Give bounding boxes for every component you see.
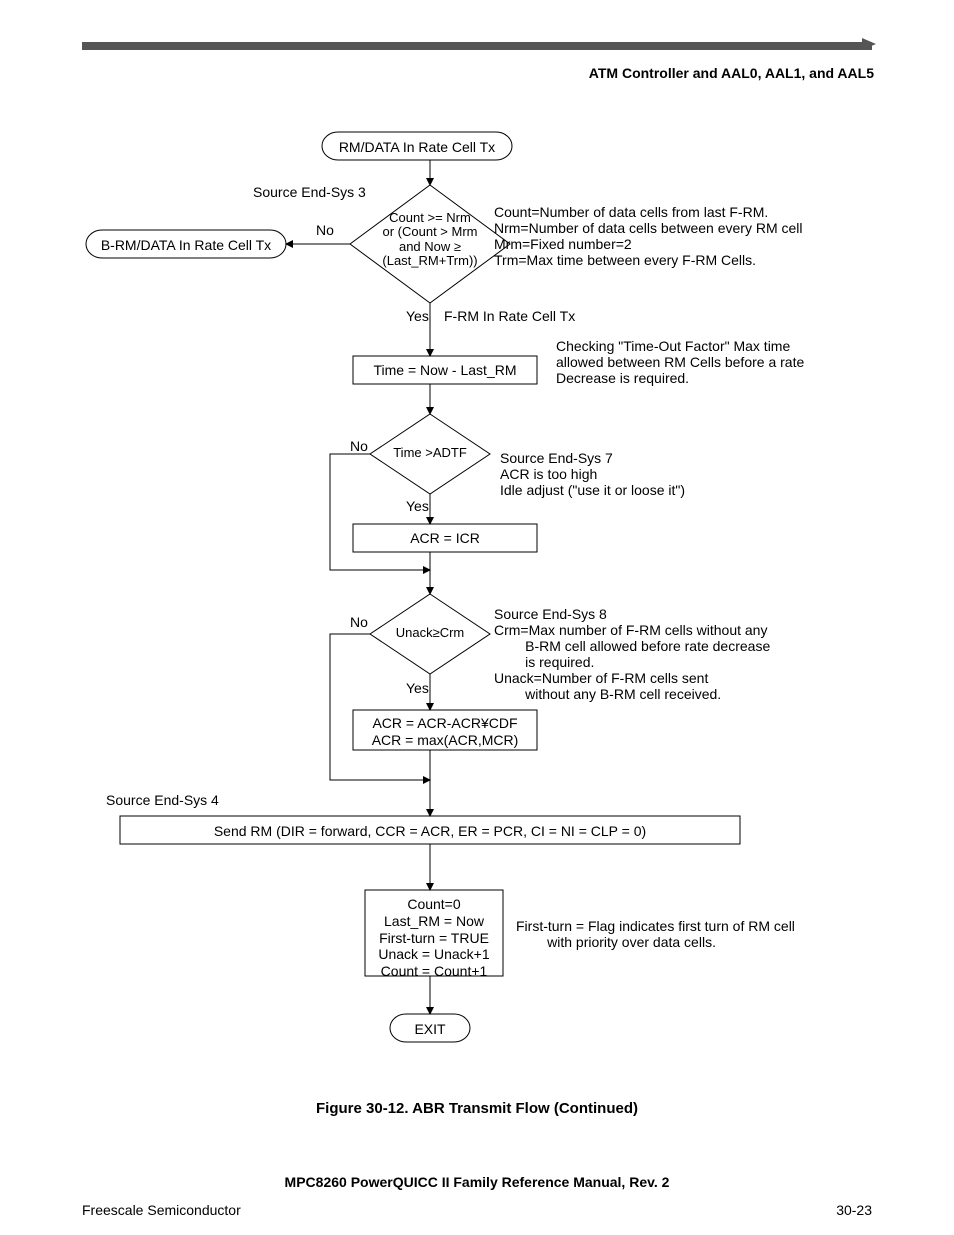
annotation-4: Source End-Sys 8 Crm=Max number of F-RM … [494, 606, 770, 703]
footer-left: Freescale Semiconductor [82, 1202, 241, 1218]
manual-title: MPC8260 PowerQUICC II Family Reference M… [0, 1174, 954, 1190]
label-no-1: No [316, 222, 334, 238]
decision-2: Time >ADTF [370, 446, 490, 461]
process-time: Time = Now - Last_RM [353, 362, 537, 378]
annotation-2: Checking "Time-Out Factor" Max time allo… [556, 338, 804, 386]
annotation-5: First-turn = Flag indicates first turn o… [516, 918, 795, 950]
label-no-3: No [350, 614, 368, 630]
process-acr-cdf: ACR = ACR-ACR¥CDF ACR = max(ACR,MCR) [353, 715, 537, 749]
flowchart-svg [0, 0, 954, 1235]
terminator-brm: B-RM/DATA In Rate Cell Tx [86, 237, 286, 253]
terminator-exit: EXIT [390, 1021, 470, 1037]
decision-1: Count >= Nrm or (Count > Mrm and Now ≥ (… [350, 211, 510, 268]
label-no-2: No [350, 438, 368, 454]
label-yes-1: Yes [406, 308, 429, 324]
label-frm: F-RM In Rate Cell Tx [444, 308, 575, 324]
process-final: Count=0 Last_RM = Now First-turn = TRUE … [365, 896, 503, 980]
annotation-1: Count=Number of data cells from last F-R… [494, 204, 803, 268]
annotation-3: Source End-Sys 7 ACR is too high Idle ad… [500, 450, 685, 498]
label-src4: Source End-Sys 4 [106, 792, 219, 808]
figure-caption: Figure 30-12. ABR Transmit Flow (Continu… [0, 1100, 954, 1117]
footer-right: 30-23 [836, 1202, 872, 1218]
label-src3: Source End-Sys 3 [253, 184, 366, 200]
label-yes-3: Yes [406, 680, 429, 696]
label-yes-2: Yes [406, 498, 429, 514]
process-send-rm: Send RM (DIR = forward, CCR = ACR, ER = … [120, 823, 740, 839]
process-acr-icr: ACR = ICR [353, 530, 537, 546]
decision-3: Unack≥Crm [370, 626, 490, 641]
page: ATM Controller and AAL0, AAL1, and AAL5 [0, 0, 954, 1235]
terminator-start: RM/DATA In Rate Cell Tx [322, 139, 512, 155]
